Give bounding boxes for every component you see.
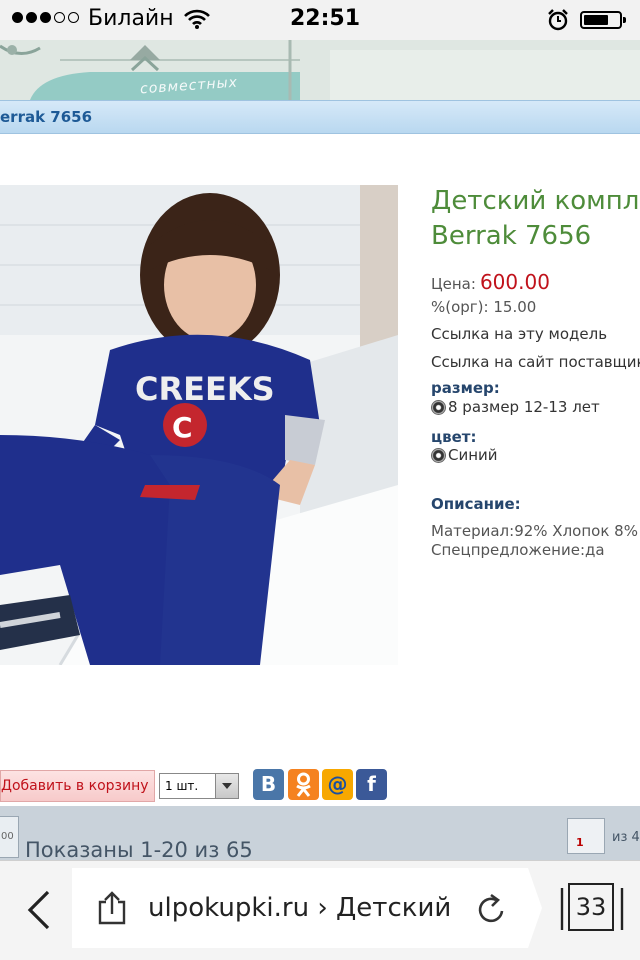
tab-count[interactable]: 33 bbox=[568, 883, 614, 931]
battery-icon bbox=[580, 11, 626, 29]
share-icon[interactable] bbox=[96, 890, 128, 926]
size-option[interactable]: 8 размер 12-13 лет bbox=[431, 398, 600, 416]
signal-strength-icon bbox=[12, 12, 79, 23]
price: Цена: 600.00 bbox=[431, 270, 550, 294]
size-radio[interactable] bbox=[431, 400, 446, 415]
org-fee: %(орг): 15.00 bbox=[431, 298, 537, 316]
description-heading: Описание: bbox=[431, 495, 521, 513]
svg-text:C: C bbox=[172, 411, 193, 444]
status-bar: Билайн 22:51 bbox=[0, 0, 640, 40]
page-total: из 4 bbox=[612, 830, 640, 845]
svg-text:CREEKS: CREEKS bbox=[135, 370, 275, 408]
product-title-bar: errak 7656 bbox=[0, 100, 640, 134]
pager-left-text: 00 bbox=[1, 831, 14, 842]
color-radio[interactable] bbox=[431, 448, 446, 463]
product-title-line2: Berrak 7656 bbox=[431, 221, 592, 251]
current-page: 1 bbox=[576, 836, 584, 849]
color-option[interactable]: Синий bbox=[431, 446, 498, 464]
price-value: 600.00 bbox=[479, 270, 550, 294]
clock: 22:51 bbox=[290, 6, 361, 31]
product-title-line1: Детский компле bbox=[431, 186, 640, 216]
supplier-site-link[interactable]: Ссылка на сайт поставщика bbox=[431, 353, 640, 371]
mail-share-icon[interactable]: @ bbox=[322, 769, 353, 800]
reload-icon[interactable] bbox=[474, 892, 508, 928]
alarm-icon bbox=[548, 9, 568, 31]
product-photo[interactable]: CREEKS C bbox=[0, 185, 398, 665]
results-summary: Показаны 1-20 из 65 bbox=[25, 838, 253, 862]
banner-decoration bbox=[0, 40, 640, 100]
quantity-value: 1 шт. bbox=[165, 779, 199, 793]
pager-left-stub[interactable]: 00 bbox=[0, 816, 19, 858]
url-text[interactable]: ulpokupki.ru › Детский bbox=[148, 893, 452, 923]
size-option-label: 8 размер 12-13 лет bbox=[448, 398, 600, 416]
description-line: Материал:92% Хлопок 8% bbox=[431, 522, 638, 540]
site-header-banner[interactable] bbox=[0, 40, 640, 100]
model-link[interactable]: Ссылка на эту модель bbox=[431, 325, 607, 343]
wifi-icon bbox=[184, 9, 210, 29]
chevron-down-icon[interactable] bbox=[215, 774, 238, 798]
description-line: Спецпредложение:да bbox=[431, 541, 605, 559]
size-heading: размер: bbox=[431, 379, 500, 397]
facebook-share-icon[interactable]: f bbox=[356, 769, 387, 800]
add-to-cart-button[interactable]: Добавить в корзину bbox=[0, 770, 155, 802]
carrier-name: Билайн bbox=[88, 6, 174, 31]
product-title: Детский компле Berrak 7656 bbox=[431, 184, 640, 254]
back-arrow-icon[interactable] bbox=[22, 888, 58, 932]
vk-share-icon[interactable]: B bbox=[253, 769, 284, 800]
product-image: CREEKS C bbox=[0, 185, 398, 665]
price-label: Цена: bbox=[431, 275, 476, 293]
color-option-label: Синий bbox=[448, 446, 498, 464]
odnoklassniki-share-icon[interactable] bbox=[288, 769, 319, 800]
page-number-box[interactable]: 1 bbox=[567, 818, 605, 854]
title-bar-text: errak 7656 bbox=[0, 108, 93, 126]
quantity-select[interactable]: 1 шт. bbox=[159, 773, 239, 799]
color-heading: цвет: bbox=[431, 428, 477, 446]
ok-icon bbox=[296, 772, 311, 797]
